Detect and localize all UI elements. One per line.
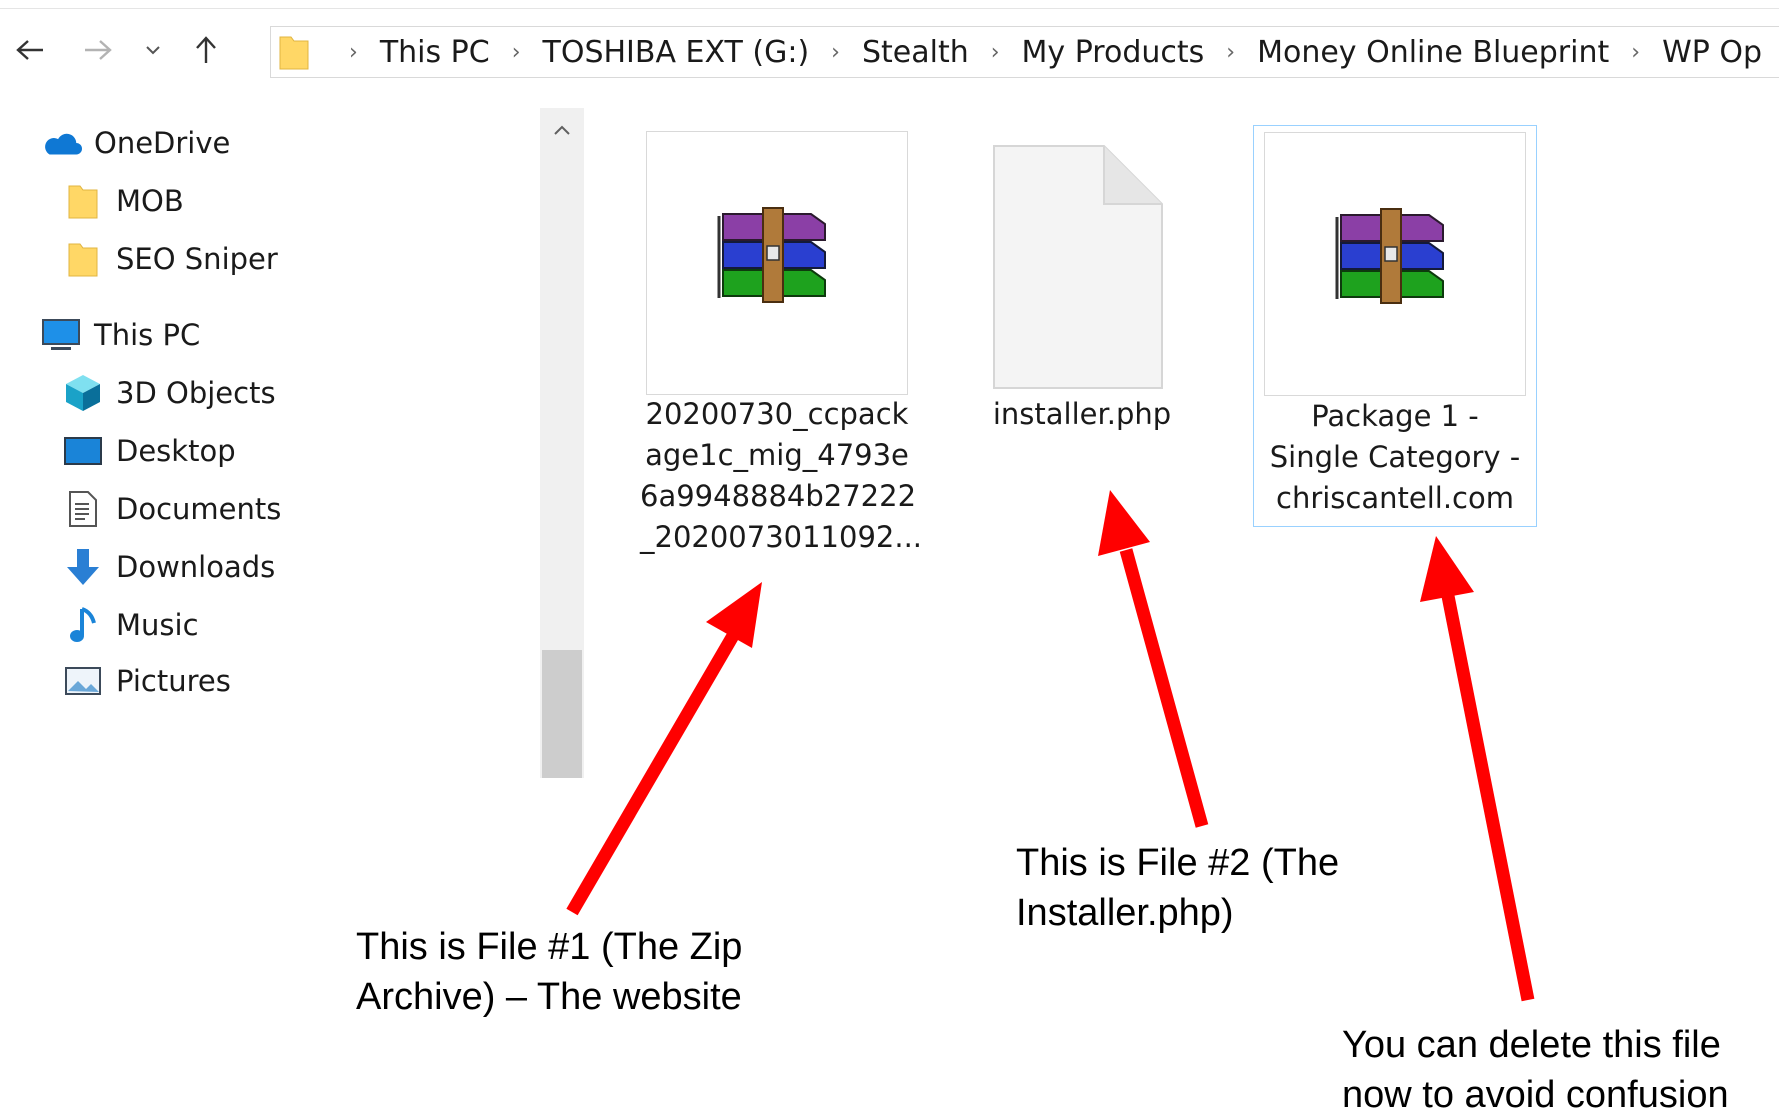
annotation-line: Archive) – The website bbox=[356, 976, 742, 1018]
annotation-arrows bbox=[566, 490, 1535, 1002]
arrow-to-file-1 bbox=[566, 582, 762, 916]
annotation-line: You can delete this file bbox=[1342, 1024, 1721, 1066]
annotation-line: This is File #1 (The Zip bbox=[356, 926, 743, 968]
annotation-line: Installer.php) bbox=[1016, 892, 1234, 934]
annotation-file-2: This is File #2 (The Installer.php) bbox=[1016, 838, 1339, 938]
annotation-line: now to avoid confusion bbox=[1342, 1074, 1729, 1116]
arrow-to-file-3 bbox=[1420, 536, 1535, 1002]
annotation-delete: You can delete this file now to avoid co… bbox=[1342, 1020, 1729, 1120]
annotation-file-1: This is File #1 (The Zip Archive) – The … bbox=[356, 922, 742, 1022]
arrow-to-file-2 bbox=[1098, 490, 1209, 828]
annotation-line: This is File #2 (The bbox=[1016, 842, 1340, 884]
